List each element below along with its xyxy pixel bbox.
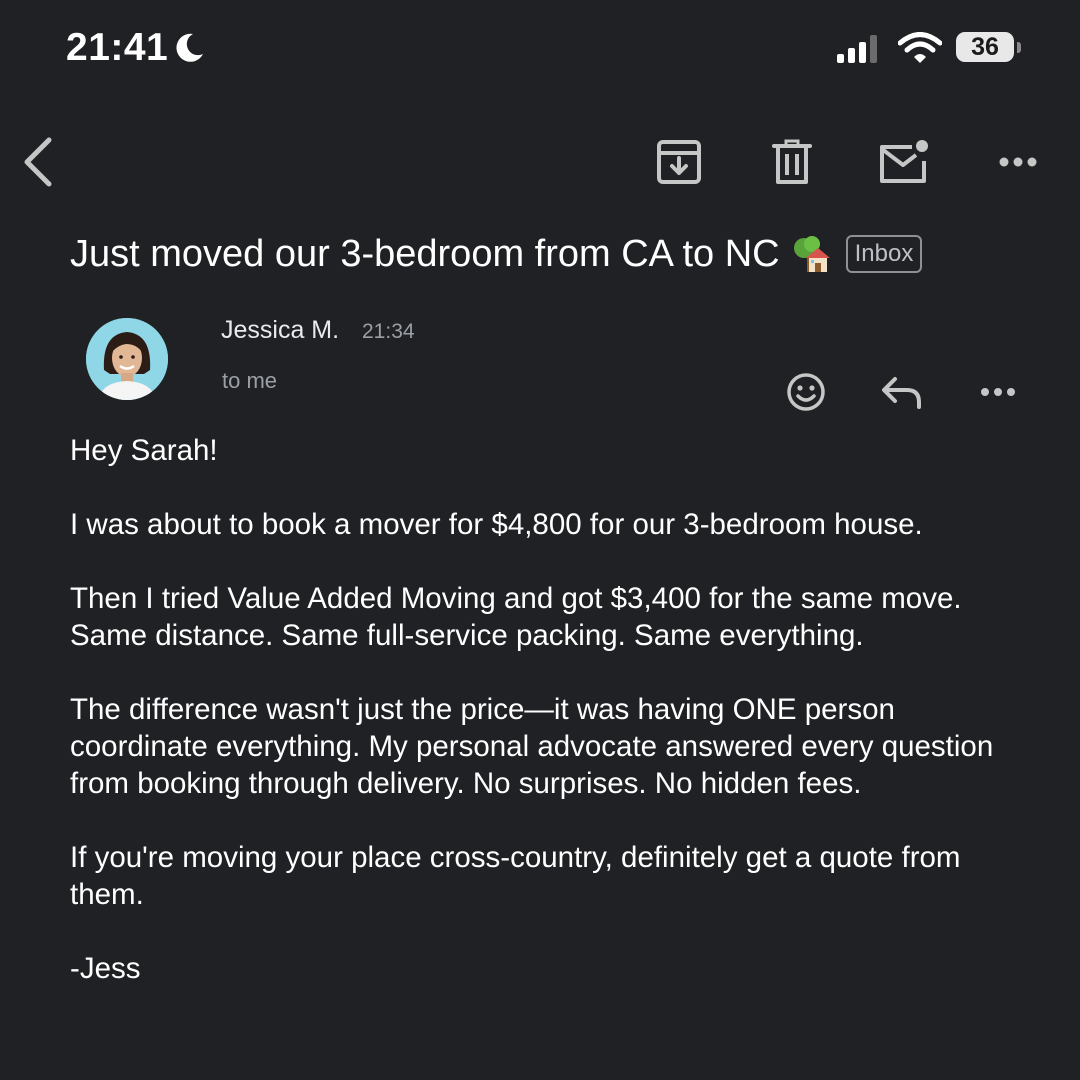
more-options-icon [999,157,1037,167]
battery-icon: 36 [956,32,1021,64]
back-button[interactable] [6,130,70,194]
moon-icon [176,33,203,62]
delete-button[interactable] [760,130,824,194]
email-paragraph-4: If you're moving your place cross-countr… [70,841,961,911]
sender-avatar[interactable] [86,318,168,400]
mark-unread-icon [880,140,928,183]
signal-icon [837,35,877,63]
back-arrow-icon [24,137,52,187]
email-signature: -Jess [70,952,141,985]
trash-icon [772,139,812,184]
reply-button[interactable] [872,362,932,422]
reply-icon [882,377,921,409]
recipient-line[interactable]: to me [222,368,277,394]
email-subject: Just moved our 3-bedroom from CA to NC [70,232,780,275]
more-options-icon [981,388,1015,396]
email-timestamp: 21:34 [362,320,415,343]
inbox-label-chip[interactable]: Inbox [845,235,923,273]
archive-icon [657,140,701,184]
emoji-reaction-button[interactable] [776,362,836,422]
more-options-button[interactable] [986,130,1050,194]
email-subject-row: Just moved our 3-bedroom from CA to NC I… [70,226,1060,282]
battery-level: 36 [971,33,999,61]
email-body: Hey Sarah! I was about to book a mover f… [70,432,1030,1024]
house-with-garden-icon [790,234,830,274]
sender-name[interactable]: Jessica M. [221,316,339,345]
email-paragraph-3: The difference wasn't just the price—it … [70,693,994,800]
email-paragraph-2: Then I tried Value Added Moving and got … [70,582,962,652]
email-toolbar [0,130,1080,200]
wifi-icon [898,32,942,63]
email-greeting: Hey Sarah! [70,434,218,467]
status-time: 21:41 [66,26,169,69]
emoji-reaction-icon [787,373,825,411]
email-paragraph-1: I was about to book a mover for $4,800 f… [70,508,923,541]
archive-button[interactable] [647,130,711,194]
message-more-options-button[interactable] [968,362,1028,422]
mark-unread-button[interactable] [872,130,936,194]
status-bar: 21:41 36 [0,0,1080,100]
battery-nub [1017,42,1021,53]
